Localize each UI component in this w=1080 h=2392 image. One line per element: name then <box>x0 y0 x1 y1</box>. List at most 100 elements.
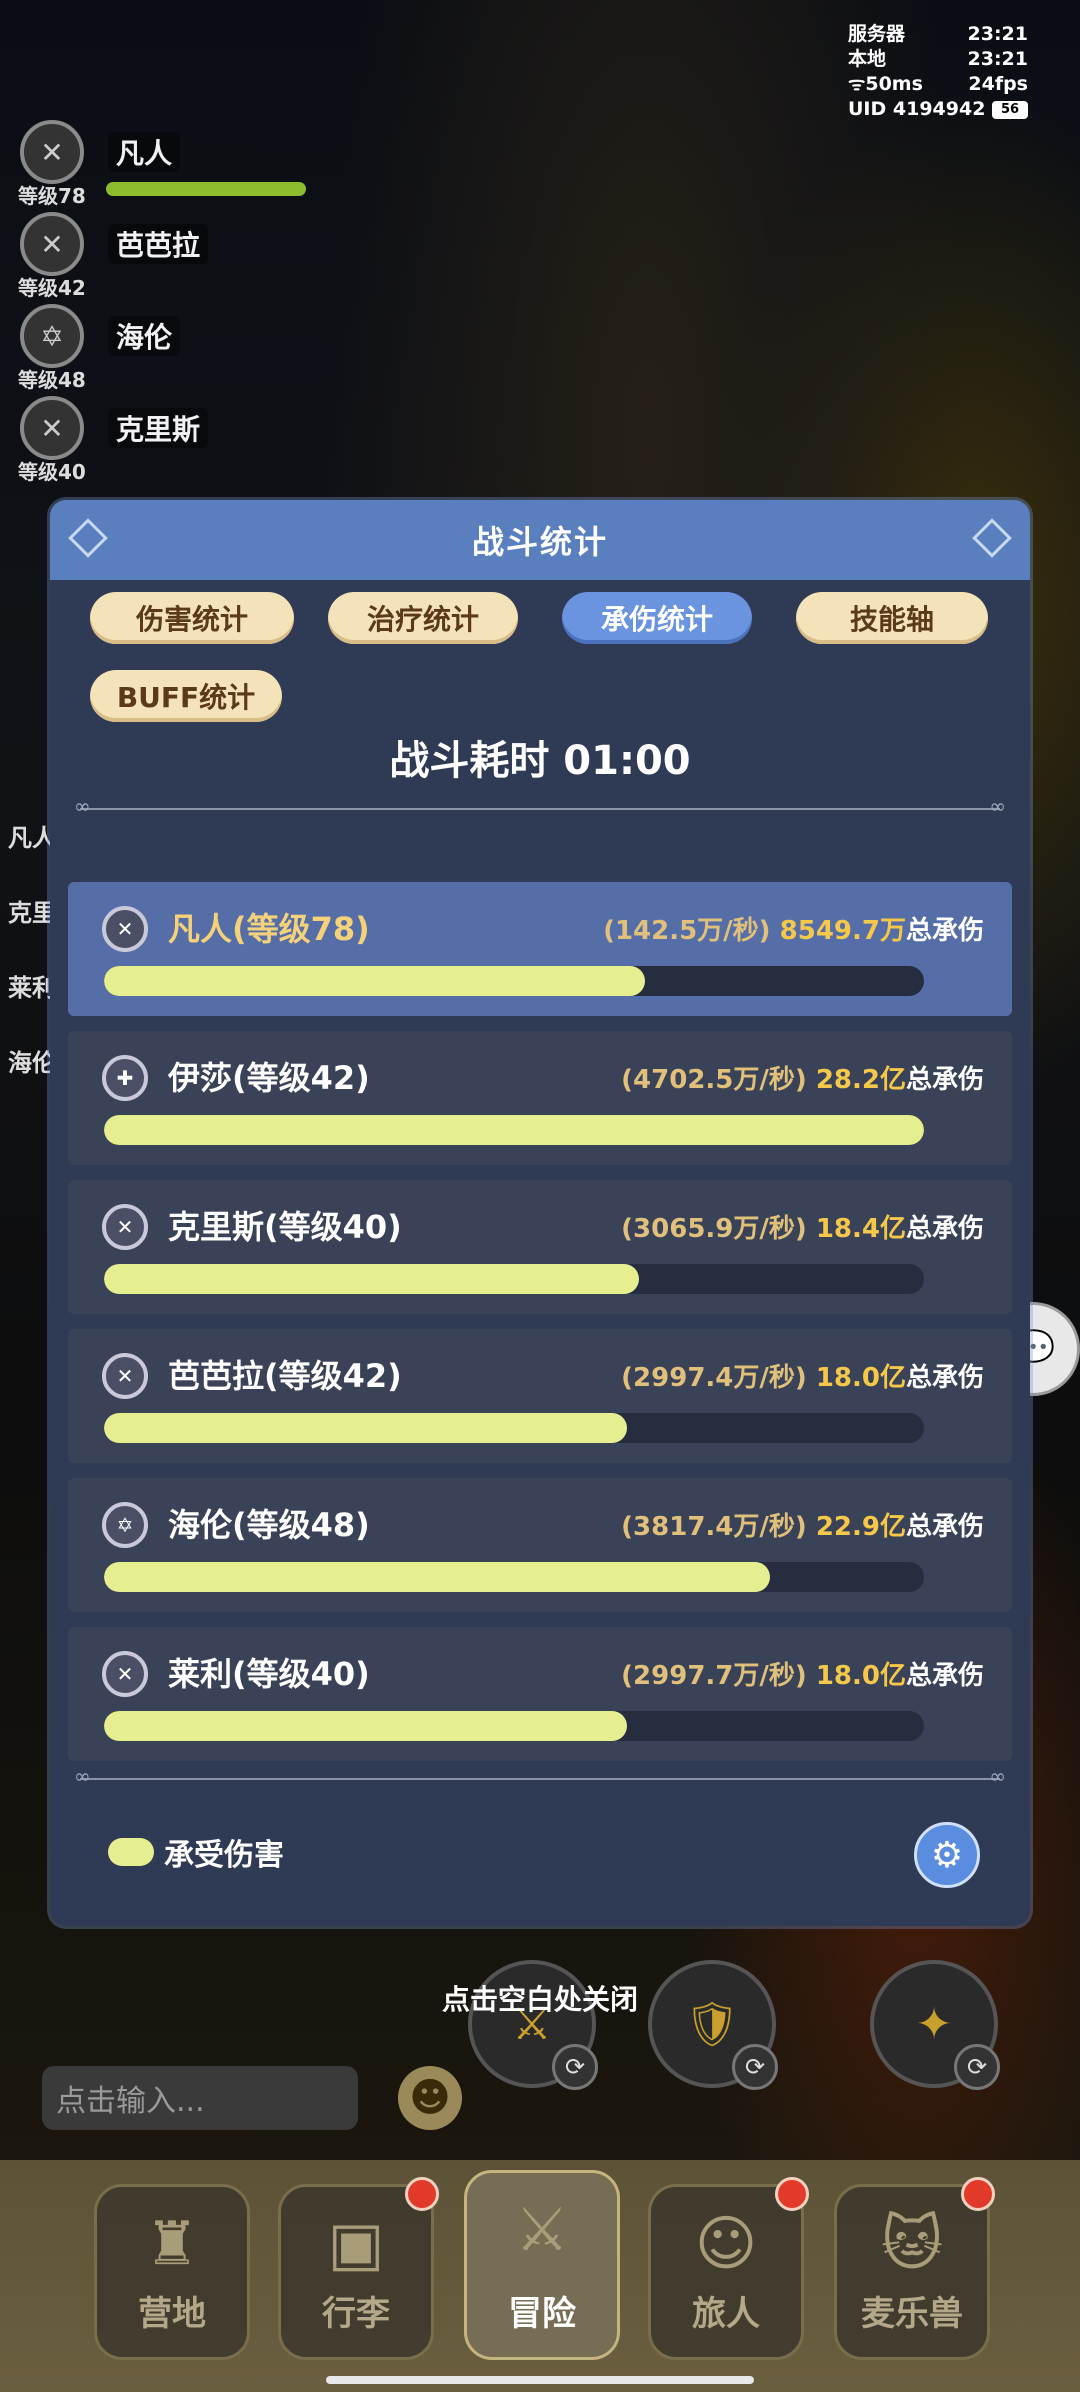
castle-icon: ♜ <box>145 2209 199 2279</box>
chat-input[interactable]: 点击输入... <box>42 2066 358 2130</box>
side-member-list: 凡人 克里 莱利 海伦 <box>8 818 56 1118</box>
damage-bar-fill <box>104 1413 628 1443</box>
character-class-icon: ✡ <box>102 1502 148 1548</box>
chest-icon: ▣ <box>327 2209 385 2279</box>
local-time: 23:21 <box>967 48 1028 70</box>
character-class-icon: ✕ <box>102 1353 148 1399</box>
notification-badge <box>405 2177 439 2211</box>
modal-title: 战斗统计 <box>471 523 608 561</box>
side-member-label: 海伦 <box>8 1049 56 1077</box>
nav-camp[interactable]: ♜ 营地 <box>94 2184 250 2360</box>
row-character-name: 凡人(等级78) <box>168 910 370 948</box>
damage-taken-row[interactable]: ✚ 伊莎(等级42) (4702.5万/秒) 28.2亿总承伤 <box>68 1031 1012 1165</box>
refresh-icon: ⟳ <box>954 2044 1000 2090</box>
nav-luggage[interactable]: ▣ 行李 <box>278 2177 439 2360</box>
row-total-label: 总承伤 <box>905 1214 984 1244</box>
side-member-label: 莱利 <box>8 974 56 1002</box>
row-total: 18.4亿 <box>815 1214 906 1244</box>
row-total-label: 总承伤 <box>905 1363 984 1393</box>
damage-bar-track <box>104 966 924 996</box>
nav-adventure[interactable]: ⚔ 冒险 <box>464 2170 620 2360</box>
character-icon: ☺ <box>694 2209 758 2279</box>
notification-badge <box>961 2177 995 2211</box>
row-character-name: 海伦(等级48) <box>168 1506 370 1544</box>
damage-bar-track <box>104 1711 924 1741</box>
home-indicator[interactable] <box>326 2376 754 2384</box>
close-hint[interactable]: 点击空白处关闭 <box>0 1978 1080 2018</box>
party-member[interactable]: ✡ 等级48 海伦 <box>10 294 300 392</box>
tab-healing[interactable]: 治疗统计 <box>328 592 518 644</box>
row-total: 8549.7万 <box>779 916 906 946</box>
damage-bar-fill <box>104 966 646 996</box>
side-member-label: 克里 <box>8 899 56 927</box>
damage-bar-track <box>104 1413 924 1443</box>
member-portrait-icon: ✕ <box>20 396 84 460</box>
tab-damage[interactable]: 伤害统计 <box>90 592 294 644</box>
damage-taken-row[interactable]: ✕ 芭芭拉(等级42) (2997.4万/秒) 18.0亿总承伤 <box>68 1329 1012 1463</box>
diamond-ornament-icon <box>972 518 1012 558</box>
divider <box>74 794 1006 818</box>
character-class-icon: ✕ <box>102 906 148 952</box>
bottom-nav: ♜ 营地 ▣ 行李 ⚔ 冒险 ☺ 旅人 🐱 麦乐兽 <box>0 2160 1080 2392</box>
ping-value: 50ms <box>865 73 923 95</box>
member-name: 海伦 <box>108 316 181 356</box>
row-total: 18.0亿 <box>815 1363 906 1393</box>
member-name: 克里斯 <box>108 408 209 448</box>
wifi-icon: ᯤ <box>848 73 866 95</box>
character-class-icon: ✚ <box>102 1055 148 1101</box>
battle-duration: 战斗耗时 01:00 <box>50 728 1030 786</box>
row-rate: (3065.9万/秒) <box>621 1214 807 1244</box>
diamond-ornament-icon <box>68 518 108 558</box>
settings-button[interactable]: ⚙ <box>914 1822 980 1888</box>
nav-pet[interactable]: 🐱 麦乐兽 <box>834 2177 995 2360</box>
row-stat: (142.5万/秒) 8549.7万总承伤 <box>603 910 984 947</box>
modal-header: 战斗统计 <box>50 500 1030 580</box>
damage-bar-fill <box>104 1562 770 1592</box>
nav-label: 行李 <box>322 2294 390 2334</box>
row-total-label: 总承伤 <box>905 1065 984 1095</box>
tab-skill-timeline[interactable]: 技能轴 <box>796 592 988 644</box>
damage-bar-track <box>104 1562 924 1592</box>
nav-traveler[interactable]: ☺ 旅人 <box>648 2177 809 2360</box>
party-member[interactable]: ✕ 等级78 凡人 <box>10 110 306 208</box>
row-stat: (4702.5万/秒) 28.2亿总承伤 <box>621 1059 984 1096</box>
duration-value: 01:00 <box>563 738 691 784</box>
row-rate: (4702.5万/秒) <box>621 1065 807 1095</box>
party-member[interactable]: ✕ 等级42 芭芭拉 <box>10 202 300 300</box>
tab-damage-taken[interactable]: 承伤统计 <box>562 592 752 644</box>
member-hp-bar <box>106 182 306 196</box>
tab-buff[interactable]: BUFF统计 <box>90 670 282 722</box>
server-time: 23:21 <box>967 23 1028 45</box>
row-total: 18.0亿 <box>815 1661 906 1691</box>
member-portrait-icon: ✕ <box>20 120 84 184</box>
row-rate: (142.5万/秒) <box>603 916 771 946</box>
damage-bar-track <box>104 1264 924 1294</box>
damage-taken-row[interactable]: ✕ 莱利(等级40) (2997.7万/秒) 18.0亿总承伤 <box>68 1627 1012 1761</box>
damage-bar-fill <box>104 1264 639 1294</box>
smiley-icon: ☻ <box>409 2075 451 2121</box>
refresh-icon: ⟳ <box>552 2044 598 2090</box>
divider <box>74 1764 1006 1788</box>
row-total: 28.2亿 <box>815 1065 906 1095</box>
uid-label: UID 4194942 <box>848 98 986 120</box>
duration-label: 战斗耗时 <box>389 738 550 784</box>
damage-bar-track <box>104 1115 924 1145</box>
chart-legend: 承受伤害 <box>108 1830 284 1874</box>
row-character-name: 莱利(等级40) <box>168 1655 370 1693</box>
damage-taken-row[interactable]: ✡ 海伦(等级48) (3817.4万/秒) 22.9亿总承伤 <box>68 1478 1012 1612</box>
row-total-label: 总承伤 <box>905 916 984 946</box>
gear-icon: ⚙ <box>930 1834 964 1876</box>
emoji-button[interactable]: ☻ <box>398 2066 462 2130</box>
legend-swatch <box>108 1838 154 1866</box>
character-class-icon: ✕ <box>102 1204 148 1250</box>
local-label: 本地 <box>848 48 887 70</box>
party-member[interactable]: ✕ 等级40 克里斯 <box>10 386 300 484</box>
row-total-label: 总承伤 <box>905 1661 984 1691</box>
notification-badge <box>775 2177 809 2211</box>
party-list: ✕ 等级78 凡人 ✕ 等级42 芭芭拉 ✡ 等级48 海伦 ✕ 等级40 克里… <box>10 110 306 484</box>
nav-label: 麦乐兽 <box>861 2294 963 2334</box>
status-overlay: 服务器 23:21 本地 23:21 ᯤ50ms 24fps UID 4194942 5… <box>848 22 1028 122</box>
row-rate: (3817.4万/秒) <box>621 1512 807 1542</box>
damage-taken-row[interactable]: ✕ 凡人(等级78) (142.5万/秒) 8549.7万总承伤 <box>68 882 1012 1016</box>
damage-taken-row[interactable]: ✕ 克里斯(等级40) (3065.9万/秒) 18.4亿总承伤 <box>68 1180 1012 1314</box>
